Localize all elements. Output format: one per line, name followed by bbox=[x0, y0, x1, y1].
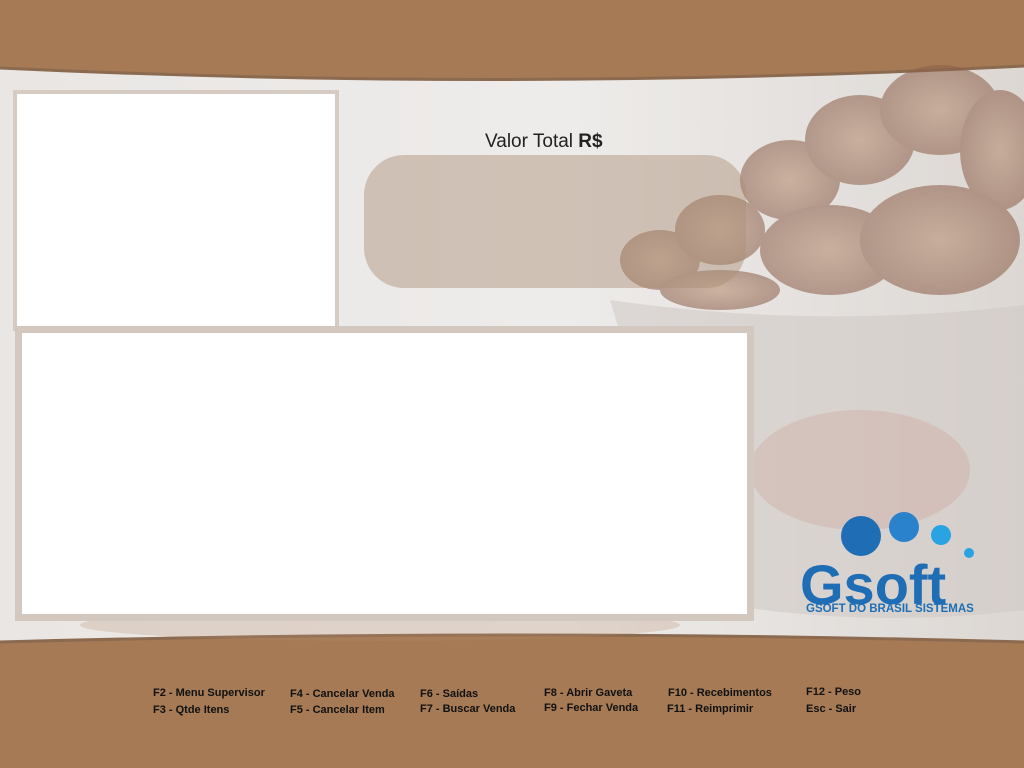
logo-brand-name: GSOFT DO BRASIL SISTEMAS bbox=[806, 603, 974, 615]
product-image-panel bbox=[13, 90, 339, 331]
shortcut-f2[interactable]: F2 - Menu Supervisor bbox=[153, 687, 265, 699]
shortcut-f8[interactable]: F8 - Abrir Gaveta bbox=[544, 687, 632, 699]
items-list-panel bbox=[15, 326, 754, 621]
shortcut-f9[interactable]: F9 - Fechar Venda bbox=[544, 702, 638, 714]
shortcut-f3[interactable]: F3 - Qtde Itens bbox=[153, 704, 229, 716]
shortcut-f12[interactable]: F12 - Peso bbox=[806, 686, 861, 698]
total-currency: R$ bbox=[578, 131, 603, 152]
shortcut-f5[interactable]: F5 - Cancelar Item bbox=[290, 704, 385, 716]
shortcut-f4[interactable]: F4 - Cancelar Venda bbox=[290, 688, 395, 700]
shortcut-f6[interactable]: F6 - Saídas bbox=[420, 688, 478, 700]
shortcut-esc[interactable]: Esc - Sair bbox=[806, 703, 856, 715]
shortcut-f10[interactable]: F10 - Recebimentos bbox=[668, 687, 772, 699]
pdv-screen: Valor Total R$ Gsoft GSOFT DO BRASIL SIS… bbox=[0, 0, 1024, 768]
shortcut-f7[interactable]: F7 - Buscar Venda bbox=[420, 703, 515, 715]
total-value-display bbox=[364, 155, 746, 288]
shortcut-f11[interactable]: F11 - Reimprimir bbox=[667, 703, 753, 715]
function-key-shortcuts: F2 - Menu Supervisor F3 - Qtde Itens F4 … bbox=[0, 680, 1024, 730]
total-label-text: Valor Total bbox=[485, 131, 574, 152]
total-label: Valor Total R$ bbox=[485, 131, 603, 153]
